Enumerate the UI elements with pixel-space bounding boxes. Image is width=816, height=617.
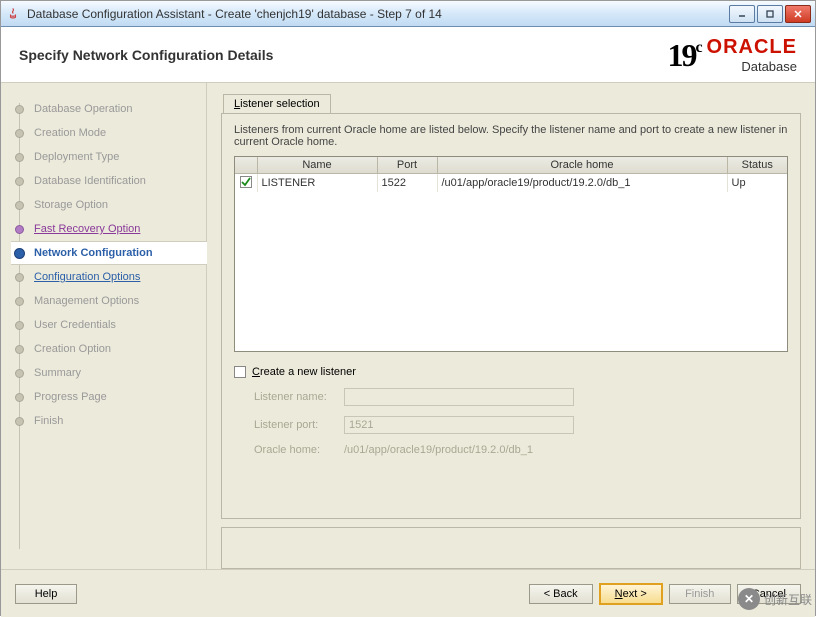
listener-port-input [344,416,574,434]
create-listener-label: Create a new listener [252,366,356,378]
steps-list: Database Operation Creation Mode Deploym… [15,97,206,433]
window-title: Database Configuration Assistant - Creat… [27,7,729,21]
create-listener-checkbox[interactable] [234,366,246,378]
main-panel: Listener selection Listeners from curren… [206,83,815,569]
instruction-text: Listeners from current Oracle home are l… [222,114,800,156]
step-summary: Summary [15,361,206,385]
page-title: Specify Network Configuration Details [19,47,667,63]
titlebar: Database Configuration Assistant - Creat… [1,1,815,27]
maximize-button[interactable] [757,5,783,23]
progress-area [221,527,801,569]
step-fast-recovery[interactable]: Fast Recovery Option [15,217,206,241]
brand-logo: 19c ORACLE Database [667,36,797,74]
step-network-configuration: Network Configuration [11,241,207,265]
col-oracle-home: Oracle home [437,157,727,174]
cell-name: LISTENER [257,174,377,192]
minimize-button[interactable] [729,5,755,23]
col-port: Port [377,157,437,174]
tab-listener-selection[interactable]: Listener selection [223,94,331,114]
col-name: Name [257,157,377,174]
listener-name-label: Listener name: [234,391,344,403]
cell-port: 1522 [377,174,437,192]
step-progress-page: Progress Page [15,385,206,409]
step-database-operation: Database Operation [15,97,206,121]
step-configuration-options[interactable]: Configuration Options [15,265,206,289]
close-button[interactable] [785,5,811,23]
help-button[interactable]: Help [15,584,77,604]
finish-button: Finish [669,584,731,604]
step-finish: Finish [15,409,206,433]
col-status: Status [727,157,787,174]
step-deployment-type: Deployment Type [15,145,206,169]
col-check [235,157,257,174]
step-creation-option: Creation Option [15,337,206,361]
table-row[interactable]: LISTENER 1522 /u01/app/oracle19/product/… [235,174,787,192]
back-button[interactable]: < Back [529,584,593,604]
oracle-home-label: Oracle home: [234,444,344,456]
cancel-button[interactable]: Cancel [737,584,801,604]
row-checkbox[interactable] [240,176,252,188]
java-icon [5,6,21,22]
next-button[interactable]: Next > [599,583,663,605]
sidebar: Database Operation Creation Mode Deploym… [1,83,206,569]
listener-table: Name Port Oracle home Status LISTENER 15… [234,156,788,352]
step-storage-option: Storage Option [15,193,206,217]
step-user-credentials: User Credentials [15,313,206,337]
step-creation-mode: Creation Mode [15,121,206,145]
footer: Help < Back Next > Finish Cancel [1,569,815,617]
step-database-identification: Database Identification [15,169,206,193]
cell-home: /u01/app/oracle19/product/19.2.0/db_1 [437,174,727,192]
listener-port-label: Listener port: [234,419,344,431]
step-management-options: Management Options [15,289,206,313]
oracle-home-value: /u01/app/oracle19/product/19.2.0/db_1 [344,444,533,456]
cell-status: Up [727,174,787,192]
listener-name-input [344,388,574,406]
header: Specify Network Configuration Details 19… [1,27,815,83]
